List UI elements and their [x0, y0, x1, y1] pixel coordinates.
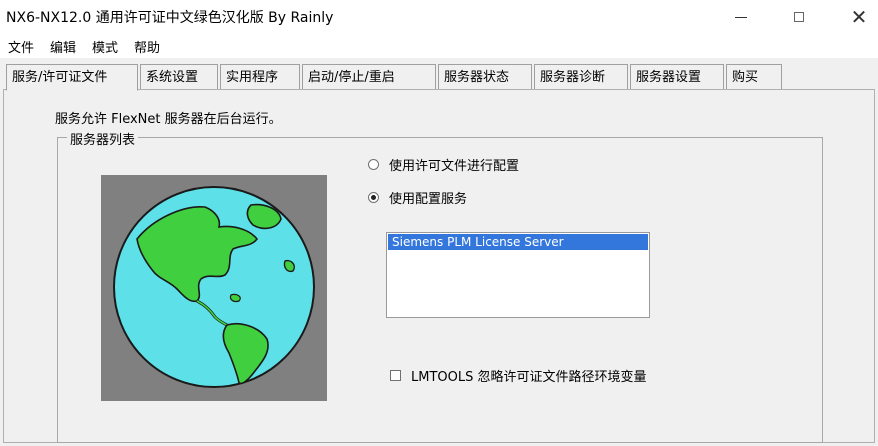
window-title: NX6-NX12.0 通用许可证中文绿色汉化版 By Rainly	[6, 10, 334, 26]
tab-service-license[interactable]: 服务/许可证文件	[6, 64, 138, 91]
radio-license-file[interactable]	[368, 159, 379, 170]
close-icon: ✕	[850, 5, 868, 29]
maximize-button[interactable]	[776, 0, 822, 34]
radio-license-file-label: 使用许可文件进行配置	[389, 159, 520, 174]
menu-file[interactable]: 文件	[0, 37, 42, 56]
tab-start-stop-reread[interactable]: 启动/停止/重启	[302, 64, 436, 89]
title-bar: NX6-NX12.0 通用许可证中文绿色汉化版 By Rainly ✕	[0, 0, 878, 34]
tab-borrowing[interactable]: 购买	[726, 64, 782, 89]
radio-services-label: 使用配置服务	[389, 192, 468, 207]
services-listbox[interactable]: Siemens PLM License Server	[386, 232, 650, 318]
tab-server-diags[interactable]: 服务器诊断	[534, 64, 628, 89]
tab-server-status[interactable]: 服务器状态	[438, 64, 532, 89]
ignore-license-path-option[interactable]: LMTOOLS 忽略许可证文件路径环境变量	[390, 366, 647, 385]
radio-services[interactable]	[368, 192, 379, 203]
radio-license-file-option[interactable]: 使用许可文件进行配置	[368, 155, 519, 174]
tab-config-services[interactable]: 服务器设置	[630, 64, 724, 89]
service-description: 服务允许 FlexNet 服务器在后台运行。	[55, 112, 282, 127]
tab-utilities[interactable]: 实用程序	[220, 64, 300, 89]
globe-image	[101, 175, 327, 401]
maximize-icon	[794, 12, 804, 22]
ignore-license-path-label: LMTOOLS 忽略许可证文件路径环境变量	[411, 370, 647, 385]
close-button[interactable]: ✕	[836, 0, 878, 34]
menu-help[interactable]: 帮助	[126, 37, 168, 56]
list-item[interactable]: Siemens PLM License Server	[388, 234, 648, 250]
minimize-button[interactable]	[718, 0, 764, 34]
server-list-group-label: 服务器列表	[67, 129, 139, 148]
tab-strip: 服务/许可证文件 系统设置 实用程序 启动/停止/重启 服务器状态 服务器诊断 …	[0, 64, 878, 91]
menu-mode[interactable]: 模式	[84, 37, 126, 56]
menu-bar: 文件 编辑 模式 帮助	[0, 34, 878, 58]
radio-services-option[interactable]: 使用配置服务	[368, 188, 467, 207]
minimize-icon	[735, 16, 747, 18]
ignore-license-path-checkbox[interactable]	[390, 370, 401, 381]
tab-system-settings[interactable]: 系统设置	[140, 64, 218, 89]
globe-icon	[113, 186, 315, 388]
menu-edit[interactable]: 编辑	[42, 37, 84, 56]
